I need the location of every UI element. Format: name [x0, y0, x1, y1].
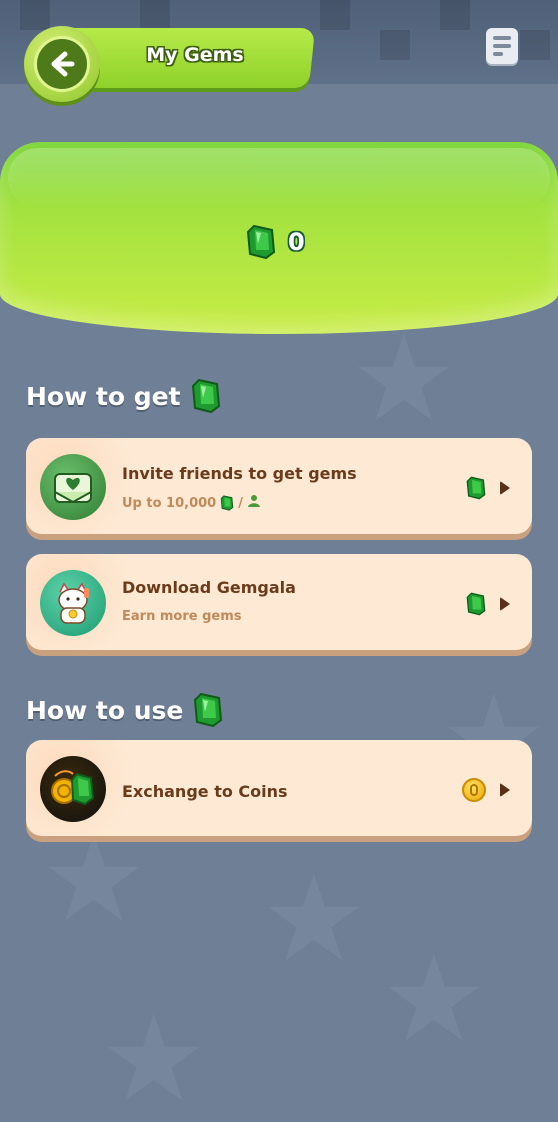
exchange-to-coins-title: Exchange to Coins: [122, 782, 288, 801]
chevron-right-icon: [500, 481, 510, 495]
invite-friends-subtitle: Up to 10,000 /: [122, 494, 261, 512]
invite-envelope-icon: [40, 454, 106, 520]
green-gem-icon: [466, 476, 486, 500]
invite-friends-reward: [466, 476, 510, 500]
exchange-to-coins-card[interactable]: Exchange to Coins: [26, 740, 532, 836]
gold-coin-icon: [462, 778, 486, 802]
chevron-right-icon: [500, 783, 510, 797]
back-arrow-icon: [51, 51, 75, 77]
gem-balance-value: 0: [288, 228, 305, 256]
download-gemgala-reward: [466, 592, 510, 616]
invite-friends-title: Invite friends to get gems: [122, 464, 357, 483]
invite-friends-card[interactable]: Invite friends to get gems Up to 10,000 …: [26, 438, 532, 534]
invite-friends-subtitle-amount: Up to 10,000: [122, 495, 217, 511]
how-to-get-heading: How to get: [26, 378, 221, 414]
document-list-icon[interactable]: [486, 28, 518, 64]
page-title: My Gems: [146, 44, 244, 66]
back-button[interactable]: [24, 26, 100, 102]
download-gemgala-card[interactable]: Download Gemgala Earn more gems: [26, 554, 532, 650]
gem-balance: 0: [246, 224, 305, 260]
gem-exchange-icon: [40, 756, 106, 822]
chevron-right-icon: [500, 597, 510, 611]
download-gemgala-title: Download Gemgala: [122, 578, 296, 597]
exchange-to-coins-reward: [462, 778, 510, 802]
how-to-use-heading: How to use: [26, 692, 223, 728]
green-gem-icon: [193, 692, 223, 728]
download-gemgala-subtitle: Earn more gems: [122, 609, 242, 624]
invite-friends-subtitle-separator: /: [238, 495, 243, 511]
person-icon: [247, 494, 261, 512]
green-gem-icon: [246, 224, 276, 260]
green-gem-icon: [466, 592, 486, 616]
green-gem-icon: [220, 495, 234, 511]
lucky-cat-icon: [40, 570, 106, 636]
how-to-get-label: How to get: [26, 381, 181, 411]
green-gem-icon: [191, 378, 221, 414]
how-to-use-label: How to use: [26, 695, 184, 725]
